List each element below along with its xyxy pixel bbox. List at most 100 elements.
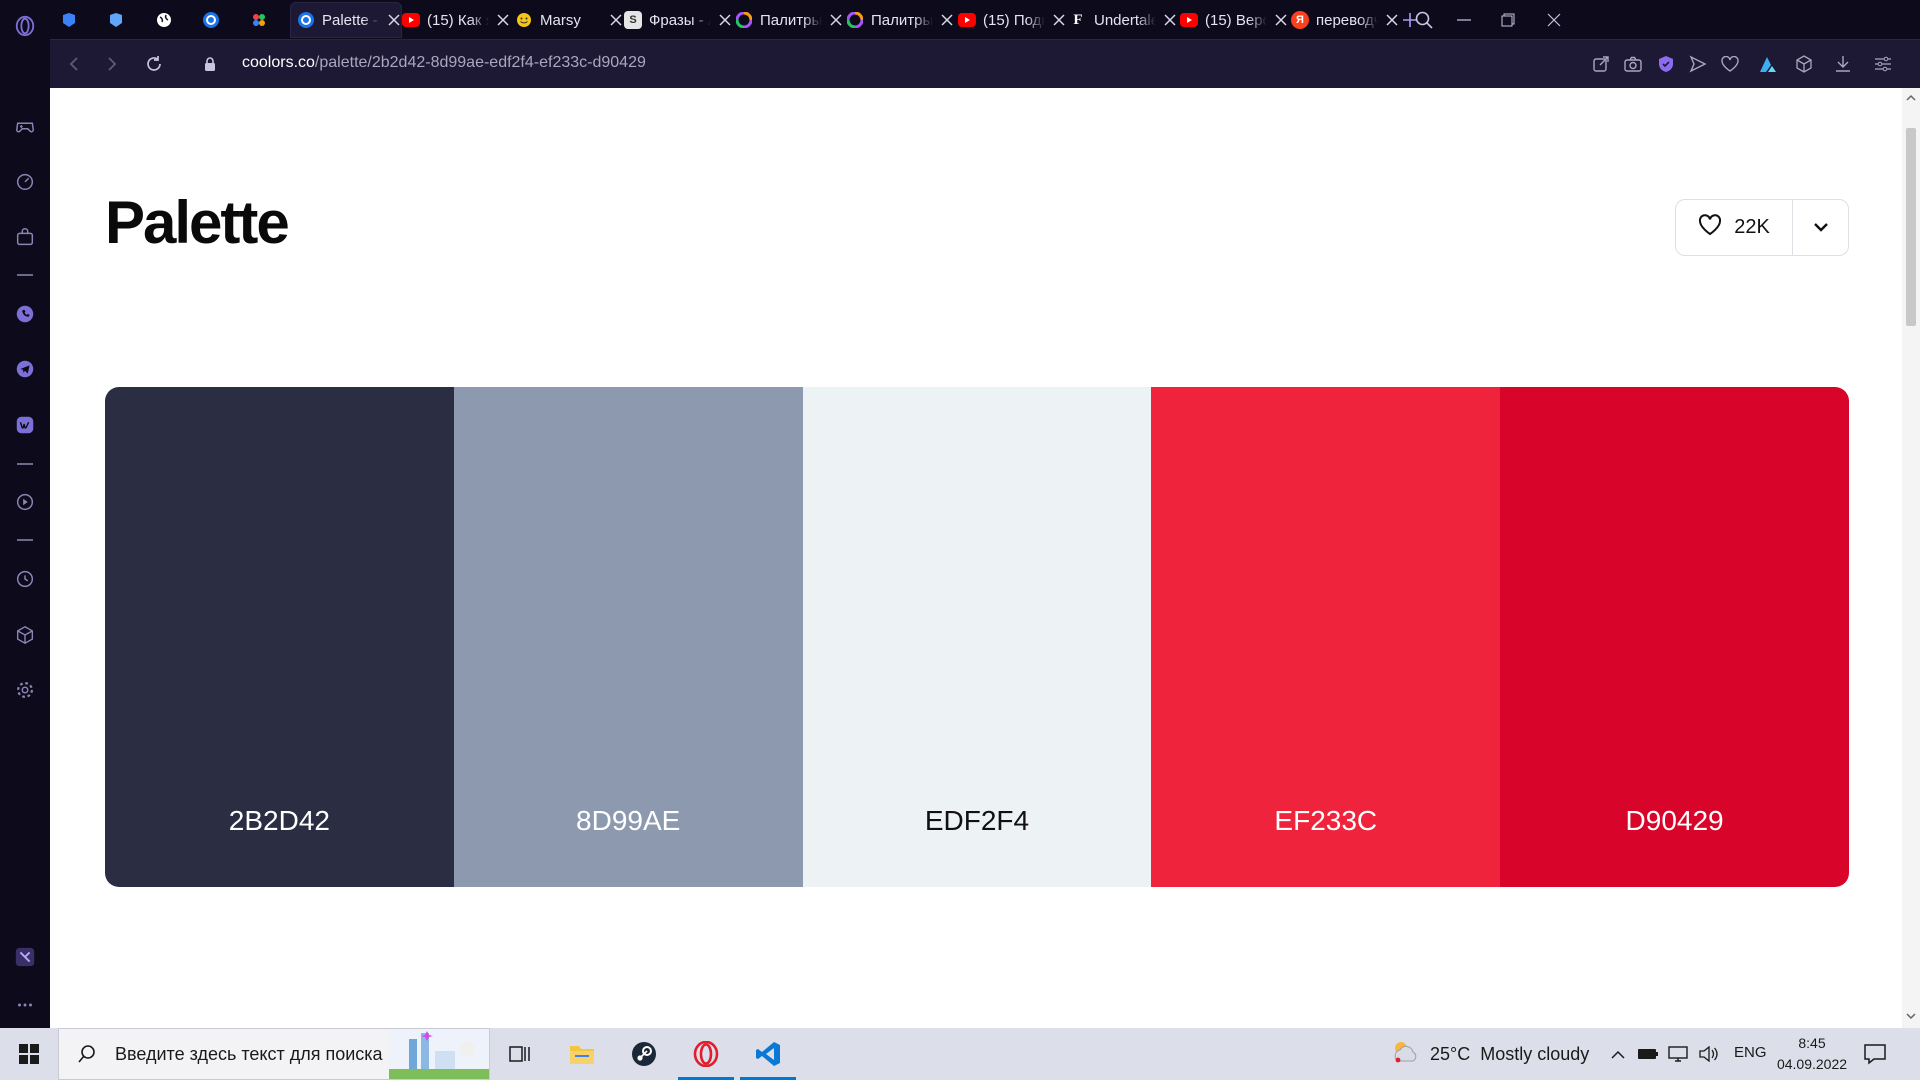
close-icon[interactable] bbox=[939, 12, 955, 28]
swatch-hex-label[interactable]: 2B2D42 bbox=[105, 805, 454, 837]
color-swatch[interactable]: EF233C bbox=[1151, 387, 1501, 887]
lock-icon[interactable] bbox=[198, 52, 222, 76]
close-icon[interactable] bbox=[386, 12, 401, 28]
browser-sidebar bbox=[0, 0, 50, 1028]
tab-youtube-2[interactable]: (15) Подк bbox=[958, 2, 1067, 38]
windows-start-button[interactable] bbox=[0, 1028, 58, 1080]
scroll-up-icon[interactable] bbox=[1905, 92, 1917, 104]
swatch-hex-label[interactable]: 8D99AE bbox=[454, 805, 803, 837]
scroll-down-icon[interactable] bbox=[1905, 1010, 1917, 1022]
restore-icon[interactable] bbox=[1486, 0, 1530, 39]
task-view-icon[interactable] bbox=[490, 1028, 550, 1080]
tab-palettes-2[interactable]: Палитры bbox=[846, 2, 955, 38]
reload-icon[interactable] bbox=[142, 52, 166, 76]
tab-palette-active[interactable]: Palette - C bbox=[290, 2, 402, 38]
tab-title: Undertale bbox=[1094, 11, 1156, 29]
notification-icon[interactable] bbox=[1862, 1041, 1888, 1067]
color-swatch[interactable]: D90429 bbox=[1500, 387, 1849, 887]
speed-dial-icon[interactable] bbox=[0, 163, 50, 199]
tab-translator[interactable]: Я переводч bbox=[1291, 2, 1400, 38]
color-swatch[interactable]: 2B2D42 bbox=[105, 387, 454, 887]
send-icon[interactable] bbox=[1687, 53, 1709, 75]
tab-strip: Palette - C (15) Как я Marsy S Фразы - А… bbox=[50, 0, 1920, 39]
tab-undertale[interactable]: F Undertale bbox=[1069, 2, 1178, 38]
opera-logo-icon[interactable] bbox=[0, 8, 50, 44]
input-language[interactable]: ENG bbox=[1734, 1044, 1767, 1061]
forward-icon[interactable] bbox=[100, 52, 124, 76]
shopping-bag-icon[interactable] bbox=[0, 219, 50, 255]
history-icon[interactable] bbox=[0, 561, 50, 597]
partly-cloudy-icon bbox=[1390, 1039, 1420, 1070]
back-icon[interactable] bbox=[62, 52, 86, 76]
tab-pinned-1[interactable] bbox=[60, 2, 78, 38]
options-dropdown-button[interactable] bbox=[1793, 200, 1848, 255]
swatch-hex-label[interactable]: EDF2F4 bbox=[803, 805, 1152, 837]
color-swatch[interactable]: 8D99AE bbox=[453, 387, 803, 887]
tab-pinned-5[interactable] bbox=[250, 2, 268, 38]
system-clock[interactable]: 8:45 04.09.2022 bbox=[1770, 1033, 1854, 1075]
scrollbar-thumb[interactable] bbox=[1906, 128, 1916, 326]
minimize-icon[interactable] bbox=[1442, 0, 1486, 39]
tab-pinned-3[interactable] bbox=[155, 2, 173, 38]
telegram-icon[interactable] bbox=[0, 351, 50, 387]
tab-title: Палитры bbox=[760, 11, 822, 29]
taskbar-search-box[interactable]: Введите здесь текст для поиска bbox=[58, 1028, 490, 1080]
close-icon[interactable] bbox=[495, 12, 511, 28]
steam-icon[interactable] bbox=[614, 1028, 674, 1080]
network-icon[interactable] bbox=[1666, 1028, 1690, 1080]
share-icon[interactable] bbox=[1590, 53, 1612, 75]
tab-pinned-4[interactable] bbox=[202, 2, 220, 38]
tab-marsy[interactable]: Marsy bbox=[515, 2, 624, 38]
battery-icon[interactable] bbox=[1636, 1028, 1660, 1080]
like-button[interactable]: 22K bbox=[1676, 200, 1793, 255]
sparkle-icon bbox=[60, 11, 78, 29]
whatsapp-icon[interactable] bbox=[0, 296, 50, 332]
close-window-icon[interactable] bbox=[1532, 0, 1576, 39]
download-icon[interactable] bbox=[1832, 53, 1854, 75]
tab-search-icon[interactable] bbox=[1402, 0, 1446, 39]
close-icon[interactable] bbox=[608, 12, 624, 28]
show-hidden-icons-chevron-up-icon[interactable] bbox=[1607, 1028, 1629, 1080]
opera-taskbar-icon[interactable] bbox=[676, 1028, 736, 1080]
weather-description: Mostly cloudy bbox=[1480, 1043, 1590, 1064]
tab-phrases[interactable]: S Фразы - А bbox=[624, 2, 733, 38]
aria-ai-icon[interactable] bbox=[1757, 53, 1779, 75]
close-icon[interactable] bbox=[1273, 12, 1289, 28]
clock-time: 8:45 bbox=[1798, 1035, 1826, 1051]
easy-setup-icon[interactable] bbox=[1872, 53, 1894, 75]
close-icon[interactable] bbox=[1051, 12, 1067, 28]
close-icon[interactable] bbox=[717, 12, 733, 28]
vk-icon[interactable] bbox=[0, 407, 50, 443]
more-options-icon[interactable] bbox=[0, 987, 50, 1023]
file-explorer-icon[interactable] bbox=[552, 1028, 612, 1080]
tab-pinned-2[interactable] bbox=[107, 2, 125, 38]
swatch-hex-label[interactable]: EF233C bbox=[1151, 805, 1500, 837]
color-swatch[interactable]: EDF2F4 bbox=[802, 387, 1152, 887]
close-icon[interactable] bbox=[1384, 12, 1400, 28]
bookmark-heart-icon[interactable] bbox=[1719, 53, 1741, 75]
swatch-hex-label[interactable]: D90429 bbox=[1500, 805, 1849, 837]
globe-icon bbox=[155, 11, 173, 29]
tab-palettes-1[interactable]: Палитры bbox=[735, 2, 844, 38]
gamepad-icon[interactable] bbox=[0, 108, 50, 144]
extensions-cube-icon[interactable] bbox=[0, 617, 50, 653]
heart-icon bbox=[1698, 213, 1722, 242]
url-field[interactable]: coolors.co/palette/2b2d42-8d99ae-edf2f4-… bbox=[242, 54, 646, 72]
tab-youtube-1[interactable]: (15) Как я bbox=[402, 2, 511, 38]
vscode-icon[interactable] bbox=[738, 1028, 798, 1080]
settings-gear-icon[interactable] bbox=[0, 672, 50, 708]
weather-widget[interactable]: 25°C Mostly cloudy bbox=[1390, 1028, 1589, 1080]
player-icon[interactable] bbox=[0, 484, 50, 520]
camera-icon[interactable] bbox=[1622, 53, 1644, 75]
close-icon[interactable] bbox=[828, 12, 844, 28]
smiley-icon bbox=[515, 11, 533, 29]
tab-youtube-3[interactable]: (15) Верс bbox=[1180, 2, 1289, 38]
volume-icon[interactable] bbox=[1696, 1028, 1720, 1080]
page-scrollbar[interactable] bbox=[1902, 88, 1920, 1028]
tab-title: (15) Как я bbox=[427, 11, 489, 29]
pinboard-icon[interactable] bbox=[0, 939, 50, 975]
close-icon[interactable] bbox=[1162, 12, 1178, 28]
vpn-shield-icon[interactable] bbox=[1655, 53, 1677, 75]
extensions-icon[interactable] bbox=[1793, 53, 1815, 75]
clock-date: 04.09.2022 bbox=[1776, 1056, 1848, 1072]
